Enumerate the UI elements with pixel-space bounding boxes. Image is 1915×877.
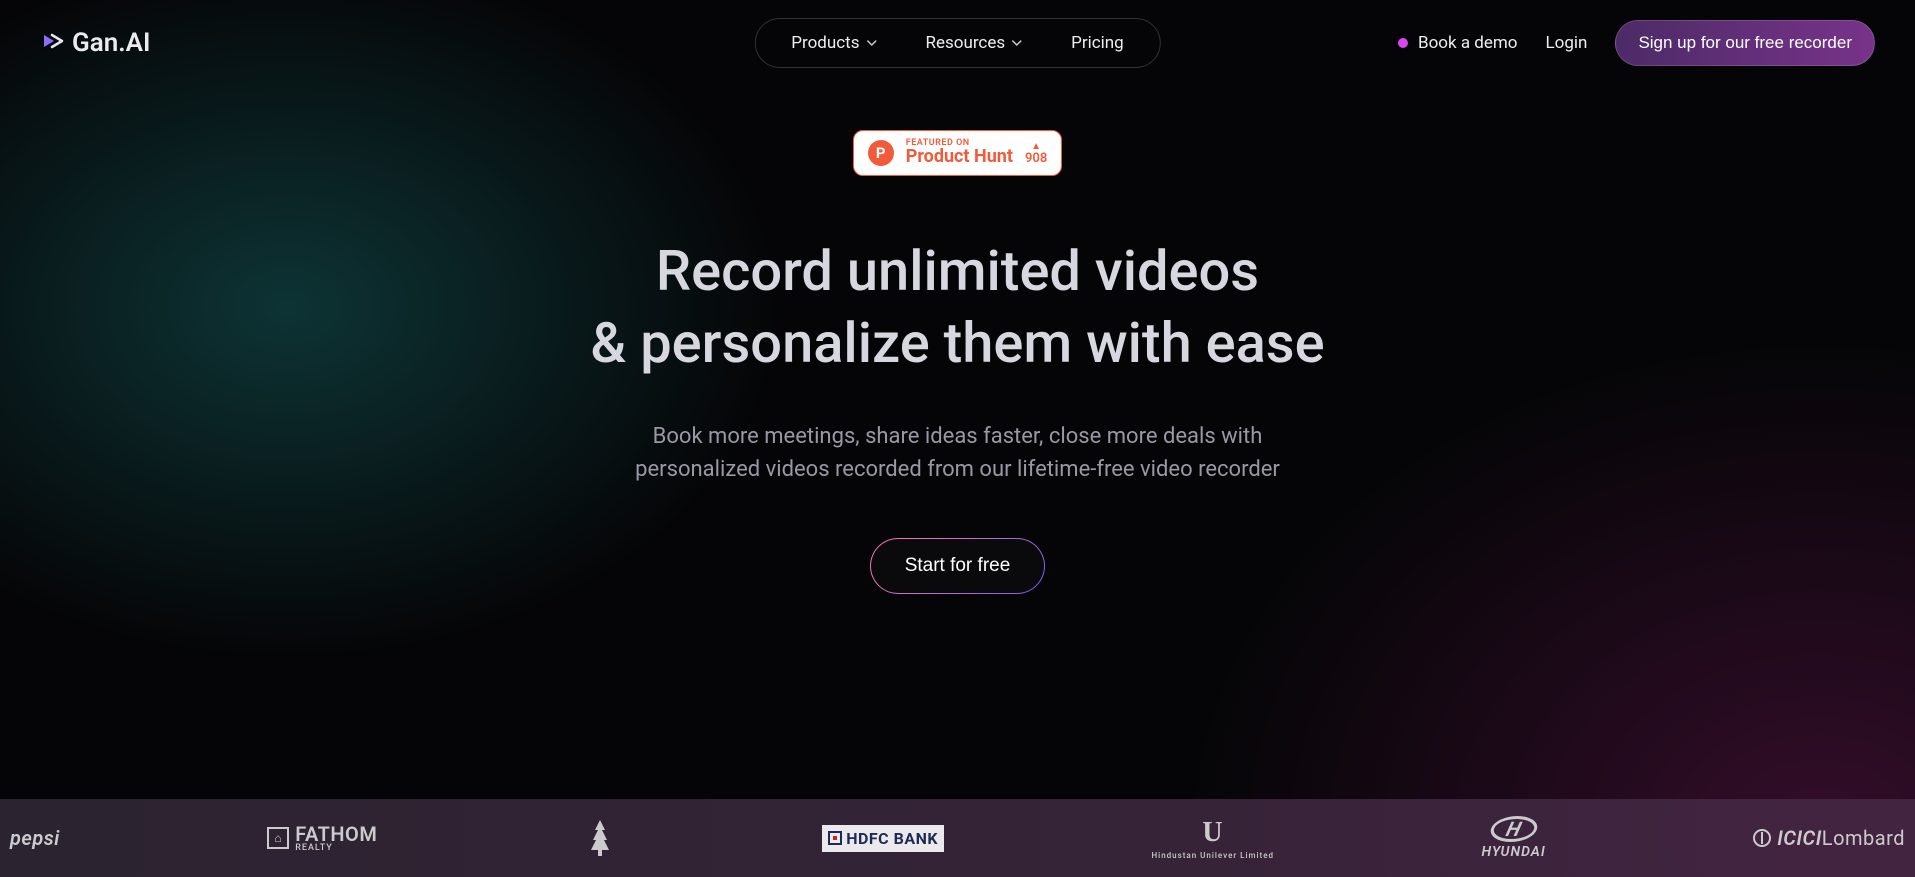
hyundai-icon: H bbox=[1487, 816, 1540, 842]
main-nav: Products Resources Pricing bbox=[754, 18, 1160, 68]
fathom-icon: ⌂ bbox=[267, 827, 289, 849]
customer-logo-unilever-sub: Hindustan Unilever Limited bbox=[1151, 851, 1274, 860]
nav-products[interactable]: Products bbox=[791, 33, 877, 53]
hero-subhead-line1: Book more meetings, share ideas faster, … bbox=[653, 424, 1263, 449]
book-demo-label: Book a demo bbox=[1418, 33, 1518, 53]
chevron-down-icon bbox=[866, 37, 878, 49]
customer-logo-fathom: ⌂ FATHOM REALTY bbox=[267, 824, 377, 853]
customer-logo-icici-suffix: Lombard bbox=[1822, 826, 1905, 850]
customer-logo-tree bbox=[585, 818, 615, 858]
customer-logo-pepsi-text: pepsi bbox=[10, 826, 60, 850]
product-hunt-name: Product Hunt bbox=[906, 148, 1013, 167]
product-hunt-badge[interactable]: P FEATURED ON Product Hunt ▲ 908 bbox=[853, 130, 1063, 176]
book-demo-link[interactable]: Book a demo bbox=[1398, 33, 1518, 53]
customer-logo-fathom-sub: REALTY bbox=[295, 844, 377, 853]
customer-logo-strip: pepsi ⌂ FATHOM REALTY HDFC BANK U Hindus… bbox=[0, 799, 1915, 877]
customer-logo-icici-text: ICICI bbox=[1777, 826, 1822, 850]
login-label: Login bbox=[1546, 33, 1588, 53]
hero-subhead-line2: personalized videos recorded from our li… bbox=[635, 457, 1280, 482]
hero-section: P FEATURED ON Product Hunt ▲ 908 Record … bbox=[0, 86, 1915, 594]
hdfc-icon bbox=[828, 831, 842, 845]
signup-label: Sign up for our free recorder bbox=[1638, 33, 1852, 52]
hero-headline-line1: Record unlimited videos bbox=[656, 238, 1259, 304]
brand-name: Gan.AI bbox=[72, 28, 150, 58]
header-actions: Book a demo Login Sign up for our free r… bbox=[1398, 20, 1875, 66]
customer-logo-pepsi: pepsi bbox=[10, 826, 60, 850]
product-hunt-count: 908 bbox=[1025, 152, 1047, 165]
nav-resources[interactable]: Resources bbox=[926, 33, 1024, 53]
tree-icon bbox=[585, 818, 615, 858]
nav-pricing-label: Pricing bbox=[1071, 33, 1124, 53]
nav-pricing[interactable]: Pricing bbox=[1071, 33, 1124, 53]
icici-icon bbox=[1753, 829, 1771, 847]
brand-logo[interactable]: Gan.AI bbox=[40, 28, 150, 58]
site-header: Gan.AI Products Resources Pricing Book a… bbox=[0, 0, 1915, 86]
hero-subhead: Book more meetings, share ideas faster, … bbox=[635, 420, 1280, 486]
signup-button[interactable]: Sign up for our free recorder bbox=[1615, 20, 1875, 66]
customer-logo-hdfc: HDFC BANK bbox=[822, 825, 944, 852]
start-free-button[interactable]: Start for free bbox=[870, 538, 1046, 594]
unilever-icon: U bbox=[1202, 817, 1223, 849]
chevron-down-icon bbox=[1011, 37, 1023, 49]
hero-headline-line2: & personalize them with ease bbox=[590, 310, 1324, 376]
hero-headline: Record unlimited videos & personalize th… bbox=[590, 236, 1324, 379]
customer-logo-fathom-text: FATHOM bbox=[295, 824, 377, 844]
product-hunt-upvotes: ▲ 908 bbox=[1025, 142, 1047, 165]
nav-products-label: Products bbox=[791, 33, 859, 53]
brand-logo-icon bbox=[40, 29, 64, 57]
customer-logo-hyundai-text: HYUNDAI bbox=[1481, 844, 1545, 860]
start-free-label: Start for free bbox=[905, 555, 1011, 576]
login-link[interactable]: Login bbox=[1546, 33, 1588, 53]
status-dot-icon bbox=[1398, 38, 1408, 48]
customer-logo-unilever: U Hindustan Unilever Limited bbox=[1151, 817, 1274, 860]
product-hunt-icon: P bbox=[868, 140, 894, 166]
customer-logo-hdfc-text: HDFC BANK bbox=[846, 829, 938, 848]
nav-resources-label: Resources bbox=[926, 33, 1006, 53]
customer-logo-hyundai: H HYUNDAI bbox=[1481, 816, 1545, 860]
customer-logo-icici: ICICILombard bbox=[1753, 826, 1905, 850]
